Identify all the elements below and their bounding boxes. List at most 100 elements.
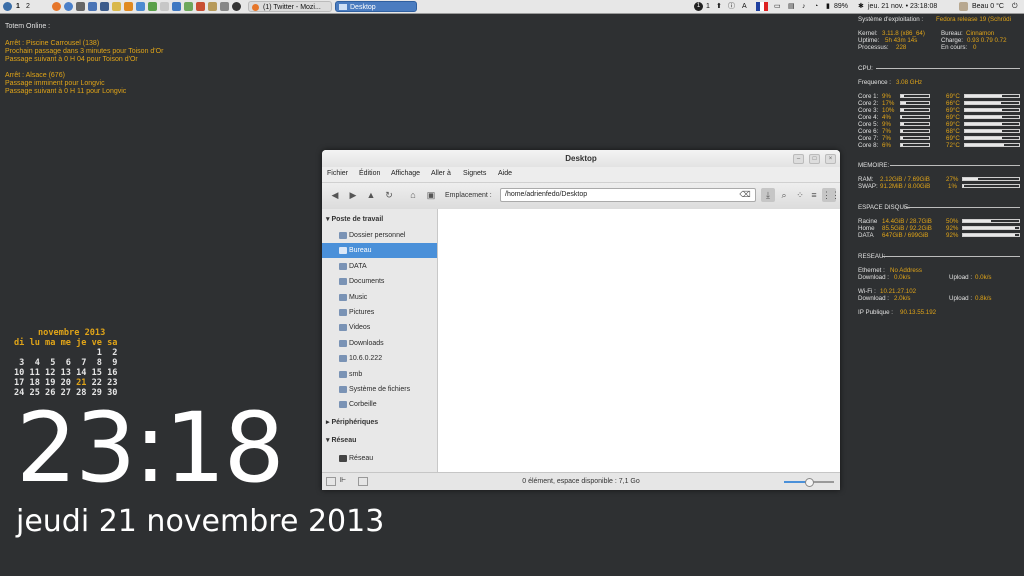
sidebar-item-videos[interactable]: Videos xyxy=(322,320,437,335)
downloads-folder-icon xyxy=(339,339,347,347)
core-usage: 9% xyxy=(882,121,891,128)
calendar-row: 17 18 19 20 21 22 23 xyxy=(14,378,118,388)
toggle-location-button[interactable]: ⤓ xyxy=(761,188,775,202)
core-usage-bar-fill xyxy=(901,144,903,146)
sidebar-item-10-6-0-222[interactable]: 10.6.0.222 xyxy=(322,351,437,366)
conky-monitor: Système d'exploitation : Fedora release … xyxy=(854,14,1022,344)
location-input[interactable]: /home/adrienfedo/Desktop xyxy=(500,188,756,202)
file-view[interactable] xyxy=(438,209,840,472)
menu-signets[interactable]: Signets xyxy=(463,167,486,181)
monitor-icon[interactable] xyxy=(220,2,229,11)
tree-view-icon[interactable]: ⊩ xyxy=(340,476,346,484)
zoom-slider-handle[interactable] xyxy=(805,478,814,487)
close-button[interactable]: × xyxy=(825,154,836,164)
sidebar-item-downloads[interactable]: Downloads xyxy=(322,336,437,351)
list-view-icon[interactable]: ≡ xyxy=(807,188,821,202)
zoom-slider[interactable] xyxy=(784,478,834,487)
search-icon[interactable]: ⌕ xyxy=(777,188,791,202)
computer-icon[interactable]: ▣ xyxy=(424,188,438,202)
virtualbox-icon[interactable] xyxy=(136,2,145,11)
sidebar-item-network[interactable]: Réseau xyxy=(322,451,437,466)
sidebar-item-dossier-personnel[interactable]: Dossier personnel xyxy=(322,228,437,243)
keyboard-layout-flag-icon[interactable] xyxy=(756,2,768,11)
terminal-icon[interactable] xyxy=(76,2,85,11)
files-icon[interactable] xyxy=(112,2,121,11)
sidebar-item-bureau[interactable]: Bureau xyxy=(322,243,437,259)
display-icon[interactable]: ▭ xyxy=(774,2,781,11)
maximize-button[interactable]: □ xyxy=(809,154,820,164)
sidebar-toggle-icon[interactable] xyxy=(326,477,336,486)
menu-fichier[interactable]: Fichier xyxy=(327,167,348,181)
editor-icon[interactable] xyxy=(208,2,217,11)
sidebar-item-label: Système de fichiers xyxy=(349,386,411,393)
core-usage-bar-fill xyxy=(901,102,906,104)
task-twitter[interactable]: (1) Twitter - Mozi... xyxy=(248,1,332,12)
forward-arrow-icon[interactable]: ▶ xyxy=(346,188,360,202)
compact-view-icon[interactable]: ⋮⋮ xyxy=(822,188,840,202)
sidebar-item-smb[interactable]: smb xyxy=(322,367,437,382)
sidebar-item-data[interactable]: DATA xyxy=(322,259,437,274)
record-icon[interactable] xyxy=(232,2,241,11)
divider xyxy=(882,256,1020,257)
back-arrow-icon[interactable]: ◀ xyxy=(328,188,342,202)
writer-icon[interactable] xyxy=(172,2,181,11)
location-label: Emplacement : xyxy=(445,192,492,199)
totem-title: Totem Online : xyxy=(5,23,51,30)
calendar-title: novembre 2013 xyxy=(38,328,106,338)
power-icon[interactable]: ⏻ xyxy=(1012,2,1018,11)
volume-icon[interactable]: ♪ xyxy=(802,2,806,11)
minimize-button[interactable]: – xyxy=(793,154,804,164)
rss-icon[interactable] xyxy=(124,2,133,11)
task-desktop[interactable]: Desktop xyxy=(335,1,417,12)
panel-clock[interactable]: jeu. 21 nov. • 23:18:08 xyxy=(868,2,937,11)
music-folder-icon xyxy=(339,293,347,301)
weather-icon[interactable] xyxy=(959,2,968,11)
section-places[interactable]: ▾ Poste de travail xyxy=(326,214,383,226)
core-temp-bar xyxy=(964,143,1020,147)
disk-usage: 14.4GiB / 28.7GiB xyxy=(882,218,932,225)
disk-label: Home xyxy=(858,225,875,232)
document-icon[interactable] xyxy=(160,2,169,11)
sidebar-item-music[interactable]: Music xyxy=(322,290,437,305)
presentation-icon[interactable] xyxy=(196,2,205,11)
up-arrow-icon[interactable]: ▲ xyxy=(364,188,378,202)
chrome-icon[interactable] xyxy=(64,2,73,11)
update-icon[interactable]: ⬆ xyxy=(716,2,722,11)
spreadsheet-icon[interactable] xyxy=(184,2,193,11)
calc-icon[interactable] xyxy=(148,2,157,11)
home-icon[interactable]: ⌂ xyxy=(406,188,420,202)
mail-icon[interactable] xyxy=(88,2,97,11)
section-devices[interactable]: ▸ Périphériques xyxy=(326,417,378,429)
clear-location-icon[interactable]: ⌫ xyxy=(738,188,752,202)
clipboard-icon[interactable]: ▤ xyxy=(788,2,795,11)
battery-icon[interactable]: ▮ xyxy=(826,2,830,11)
core-usage: 9% xyxy=(882,93,891,100)
menu-icon[interactable] xyxy=(3,2,12,11)
title-bar[interactable]: Desktop – □ × xyxy=(322,150,840,167)
weather-text[interactable]: Beau 0 °C xyxy=(972,2,1004,11)
sidebar-item-documents[interactable]: Documents xyxy=(322,274,437,289)
section-network[interactable]: ▾ Réseau xyxy=(326,435,356,447)
info-icon[interactable]: ⓘ xyxy=(728,2,735,11)
sidebar-item-corbeille[interactable]: Corbeille xyxy=(322,397,437,412)
menu-aide[interactable]: Aide xyxy=(498,167,512,181)
menu-affichage[interactable]: Affichage xyxy=(391,167,420,181)
sidebar-item-syst-me-de-fichiers[interactable]: Système de fichiers xyxy=(322,382,437,397)
swap-percent: 1% xyxy=(948,183,957,190)
notifications-badge[interactable]: 1 xyxy=(694,2,703,11)
text-icon[interactable]: A xyxy=(742,2,747,11)
settings-icon[interactable] xyxy=(100,2,109,11)
sidebar-item-pictures[interactable]: Pictures xyxy=(322,305,437,320)
workspace-1[interactable]: 1 xyxy=(16,2,20,11)
firefox-icon[interactable] xyxy=(52,2,61,11)
workspace-2[interactable]: 2 xyxy=(26,2,30,11)
reload-icon[interactable]: ↻ xyxy=(382,188,396,202)
menu-edition[interactable]: Édition xyxy=(359,167,380,181)
bluetooth-icon[interactable]: ✱ xyxy=(858,2,864,11)
wifi-icon[interactable]: ◔ xyxy=(814,2,818,11)
terminal-toggle-icon[interactable] xyxy=(358,477,368,486)
disk-label: DATA xyxy=(858,232,874,239)
icon-view-icon[interactable]: ⁘ xyxy=(793,188,807,202)
menu-aller-a[interactable]: Aller à xyxy=(431,167,451,181)
folder-icon xyxy=(339,370,347,378)
